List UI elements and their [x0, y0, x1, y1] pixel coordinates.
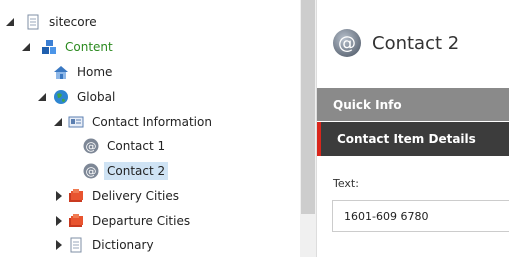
- tree-item-content[interactable]: Content: [21, 37, 116, 57]
- scrollbar-thumb[interactable]: [301, 0, 315, 214]
- svg-text:@: @: [86, 140, 97, 153]
- section-contact-item-details[interactable]: Contact Item Details: [317, 122, 509, 156]
- tree-item-label: Contact Information: [92, 115, 212, 129]
- tree-item-label: sitecore: [49, 15, 97, 29]
- globe-icon: [53, 89, 69, 105]
- collapse-toggle-icon[interactable]: [53, 216, 63, 226]
- tree-scrollbar[interactable]: [300, 0, 316, 257]
- tree-item-label: Contact 2: [104, 162, 169, 180]
- at-sign-icon: @: [332, 28, 362, 58]
- section-quick-info[interactable]: Quick Info: [317, 88, 509, 121]
- svg-text:@: @: [338, 33, 356, 54]
- expand-toggle-icon[interactable]: [5, 17, 15, 27]
- tree-item-delivery-cities[interactable]: Delivery Cities: [53, 186, 182, 206]
- tree-item-global[interactable]: Global: [37, 87, 118, 107]
- svg-text:@: @: [86, 165, 97, 178]
- contact-card-icon: [68, 114, 84, 130]
- page-icon: [25, 14, 41, 30]
- item-header: @ Contact 2: [317, 0, 509, 86]
- expand-toggle-icon[interactable]: [21, 42, 31, 52]
- at-sign-icon: @: [83, 163, 99, 179]
- tree-item-departure-cities[interactable]: Departure Cities: [53, 211, 193, 231]
- tree-item-contact-1[interactable]: @ Contact 1: [83, 136, 168, 156]
- tree-item-label: Contact 1: [107, 139, 166, 153]
- home-icon: [53, 64, 69, 80]
- tree-item-home[interactable]: Home: [53, 62, 115, 82]
- collapse-toggle-icon[interactable]: [53, 240, 63, 250]
- field-label-text: Text:: [333, 177, 359, 190]
- tree-item-label: Global: [77, 90, 116, 104]
- tree-item-dictionary[interactable]: Dictionary: [53, 235, 157, 255]
- folder-red-icon: [68, 213, 84, 229]
- at-sign-icon: @: [83, 138, 99, 154]
- content-tree: sitecore Content Home Global Contact Inf…: [0, 0, 300, 257]
- tree-item-label: Departure Cities: [92, 214, 191, 228]
- tree-item-label: Home: [77, 65, 113, 79]
- expand-toggle-icon[interactable]: [53, 117, 63, 127]
- collapse-toggle-icon[interactable]: [53, 191, 63, 201]
- text-field[interactable]: [332, 200, 509, 232]
- tree-item-sitecore[interactable]: sitecore: [5, 12, 100, 32]
- tree-item-label: Content: [65, 40, 113, 54]
- tree-item-contact-information[interactable]: Contact Information: [53, 112, 215, 132]
- tree-item-label: Dictionary: [92, 238, 154, 252]
- document-icon: [68, 237, 84, 253]
- folder-red-icon: [68, 188, 84, 204]
- page-title: Contact 2: [372, 32, 460, 54]
- expand-toggle-icon[interactable]: [37, 92, 47, 102]
- content-cubes-icon: [41, 39, 57, 55]
- tree-item-contact-2[interactable]: @ Contact 2: [80, 161, 169, 181]
- editor-pane: @ Contact 2 Quick Info Contact Item Deta…: [317, 0, 509, 257]
- tree-item-label: Delivery Cities: [92, 189, 180, 203]
